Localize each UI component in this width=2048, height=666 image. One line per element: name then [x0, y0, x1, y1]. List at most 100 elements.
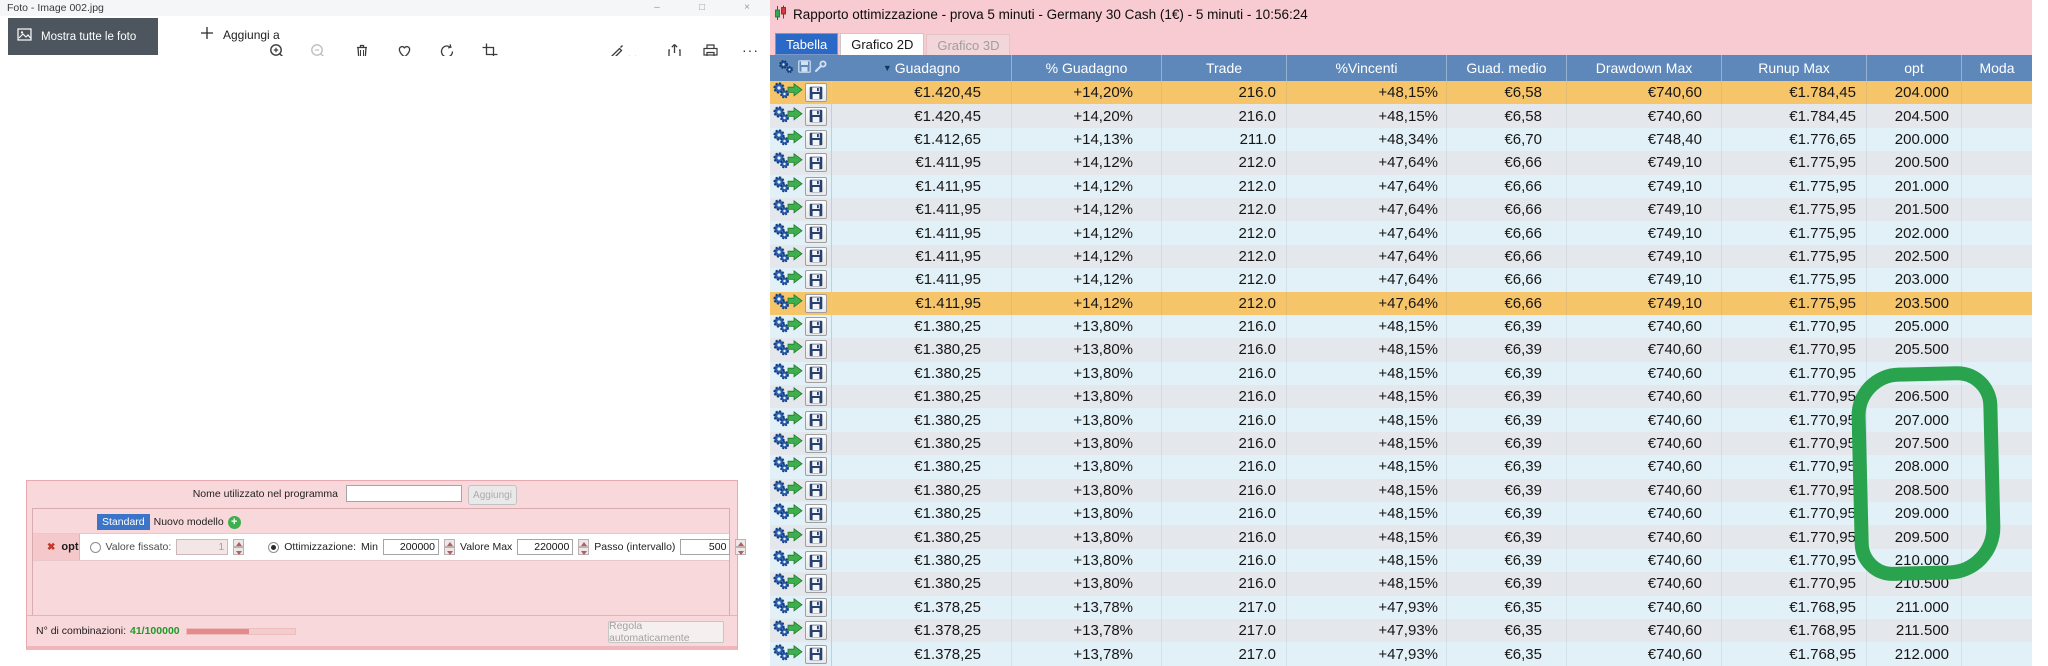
table-row[interactable]: €1.380,25 +13,80% 216.0 +48,15% €6,39 €740,60…	[770, 525, 2032, 549]
show-all-photos-button[interactable]: Mostra tutte le foto	[8, 18, 158, 55]
column-header-opt[interactable]: opt	[1867, 55, 1962, 81]
save-row-icon[interactable]	[805, 363, 827, 383]
fixed-value-spinner[interactable]	[233, 539, 245, 555]
apply-settings-icon[interactable]	[772, 245, 803, 268]
table-row[interactable]: €1.411,95 +14,12% 212.0 +47,64% €6,66 €749,10…	[770, 244, 2032, 269]
apply-settings-icon[interactable]	[772, 222, 803, 245]
tab-grafico-3d[interactable]: Grafico 3D	[926, 34, 1011, 55]
add-to-button[interactable]: Aggiungi a	[200, 26, 280, 43]
column-header-guadagno[interactable]: ▼ Guadagno	[832, 55, 1012, 81]
save-row-icon[interactable]	[805, 621, 827, 641]
table-row[interactable]: €1.411,95 +14,12% 212.0 +47,64% €6,66 €749,10…	[770, 174, 2032, 198]
table-row[interactable]: €1.420,45 +14,20% 216.0 +48,15% €6,58 €740,60…	[770, 81, 2032, 105]
maximize-button[interactable]: □	[687, 0, 717, 15]
apply-settings-icon[interactable]	[772, 479, 803, 502]
save-report-icon[interactable]	[798, 60, 811, 76]
column-header-trade[interactable]: Trade	[1162, 55, 1287, 81]
save-row-icon[interactable]	[805, 270, 827, 290]
table-row[interactable]: €1.380,25 +13,80% 216.0 +48,15% €6,39 €740,60…	[770, 314, 2032, 339]
tab-tabella[interactable]: Tabella	[775, 33, 839, 55]
save-row-icon[interactable]	[805, 153, 827, 173]
table-row[interactable]: €1.378,25 +13,78% 217.0 +47,93% €6,35 €740,60…	[770, 595, 2032, 619]
apply-settings-icon[interactable]	[772, 572, 803, 595]
apply-settings-icon[interactable]	[772, 432, 803, 455]
max-spinner[interactable]	[578, 539, 590, 555]
save-row-icon[interactable]	[805, 106, 827, 126]
save-row-icon[interactable]	[805, 317, 827, 337]
save-row-icon[interactable]	[805, 176, 827, 196]
column-header-moda[interactable]: Moda	[1962, 55, 2032, 81]
apply-settings-icon[interactable]	[772, 362, 803, 385]
save-row-icon[interactable]	[805, 434, 827, 454]
save-row-icon[interactable]	[805, 129, 827, 149]
apply-settings-icon[interactable]	[772, 385, 803, 408]
apply-settings-icon[interactable]	[772, 526, 803, 549]
apply-settings-icon[interactable]	[772, 105, 803, 128]
apply-settings-icon[interactable]	[772, 549, 803, 572]
save-row-icon[interactable]	[805, 574, 827, 594]
apply-settings-icon[interactable]	[772, 151, 803, 174]
save-row-icon[interactable]	[805, 246, 827, 266]
min-spinner[interactable]	[443, 539, 455, 555]
auto-adjust-button[interactable]: Regola automaticamente	[608, 620, 724, 644]
properties-wrench-icon[interactable]	[814, 60, 827, 76]
save-row-icon[interactable]	[805, 387, 827, 407]
save-row-icon[interactable]	[805, 340, 827, 360]
tab-standard[interactable]: Standard	[97, 514, 150, 530]
save-row-icon[interactable]	[805, 200, 827, 220]
apply-settings-icon[interactable]	[772, 596, 803, 619]
column-header-drawdown-max[interactable]: Drawdown Max	[1567, 55, 1722, 81]
add-model-icon[interactable]: +	[227, 515, 241, 529]
close-button[interactable]: ×	[732, 0, 762, 15]
table-row[interactable]: €1.380,25 +13,80% 216.0 +48,15% €6,39 €740,60…	[770, 385, 2032, 409]
table-row[interactable]: €1.380,25 +13,80% 216.0 +48,15% €6,39 €740,60…	[770, 455, 2032, 479]
save-row-icon[interactable]	[805, 527, 827, 547]
table-row[interactable]: €1.380,25 +13,80% 216.0 +48,15% €6,39 €740,60…	[770, 338, 2032, 362]
min-value-input[interactable]: 200000	[382, 539, 439, 555]
remove-parameter-icon[interactable]: ✖	[47, 542, 55, 553]
table-row[interactable]: €1.380,25 +13,80% 216.0 +48,15% €6,39 €740,60…	[770, 408, 2032, 432]
fixed-value-radio[interactable]	[89, 541, 101, 553]
apply-settings-icon[interactable]	[772, 619, 803, 642]
step-value-input[interactable]: 500	[680, 539, 731, 555]
table-row[interactable]: €1.380,25 +13,80% 216.0 +48,15% €6,39 €740,60…	[770, 478, 2032, 503]
apply-settings-icon[interactable]	[772, 81, 803, 104]
max-value-input[interactable]: 220000	[517, 539, 574, 555]
apply-settings-icon[interactable]	[772, 502, 803, 525]
table-row[interactable]: €1.378,25 +13,78% 217.0 +47,93% €6,35 €740,60…	[770, 642, 2032, 666]
save-row-icon[interactable]	[805, 480, 827, 500]
save-row-icon[interactable]	[805, 83, 827, 103]
column-header-pct-guadagno[interactable]: % Guadagno	[1012, 55, 1162, 81]
column-header-vincenti[interactable]: %Vincenti	[1287, 55, 1447, 81]
apply-settings-icon[interactable]	[772, 643, 803, 666]
table-row[interactable]: €1.412,65 +14,13% 211.0 +48,34% €6,70 €748,40…	[770, 127, 2032, 152]
apply-settings-icon[interactable]	[772, 455, 803, 478]
table-row[interactable]: €1.380,25 +13,80% 216.0 +48,15% €6,39 €740,60…	[770, 548, 2032, 573]
add-button[interactable]: Aggiungi	[468, 485, 517, 505]
save-row-icon[interactable]	[805, 644, 827, 664]
table-row[interactable]: €1.380,25 +13,80% 216.0 +48,15% €6,39 €740,60…	[770, 572, 2032, 596]
save-row-icon[interactable]	[805, 223, 827, 243]
table-row[interactable]: €1.380,25 +13,80% 216.0 +48,15% €6,39 €740,60…	[770, 502, 2032, 526]
save-row-icon[interactable]	[805, 597, 827, 617]
step-spinner[interactable]	[735, 539, 747, 555]
tab-grafico-2d[interactable]: Grafico 2D	[840, 33, 925, 55]
settings-gears-icon[interactable]	[778, 59, 795, 77]
save-row-icon[interactable]	[805, 410, 827, 430]
apply-settings-icon[interactable]	[772, 128, 803, 151]
apply-settings-icon[interactable]	[772, 409, 803, 432]
table-row[interactable]: €1.411,95 +14,12% 212.0 +47,64% €6,66 €749,10…	[770, 291, 2032, 315]
table-row[interactable]: €1.378,25 +13,78% 217.0 +47,93% €6,35 €740,60…	[770, 618, 2032, 643]
table-row[interactable]: €1.420,45 +14,20% 216.0 +48,15% €6,58 €740,60…	[770, 104, 2032, 128]
fixed-value-input[interactable]: 1	[176, 539, 229, 555]
save-row-icon[interactable]	[805, 457, 827, 477]
tab-new-model[interactable]: Nuovo modello	[154, 516, 224, 528]
apply-settings-icon[interactable]	[772, 315, 803, 338]
apply-settings-icon[interactable]	[772, 175, 803, 198]
column-header-runup-max[interactable]: Runup Max	[1722, 55, 1867, 81]
save-row-icon[interactable]	[805, 504, 827, 524]
apply-settings-icon[interactable]	[772, 268, 803, 291]
apply-settings-icon[interactable]	[772, 338, 803, 361]
table-row[interactable]: €1.411,95 +14,12% 212.0 +47,64% €6,66 €749,10…	[770, 197, 2032, 222]
save-row-icon[interactable]	[805, 551, 827, 570]
